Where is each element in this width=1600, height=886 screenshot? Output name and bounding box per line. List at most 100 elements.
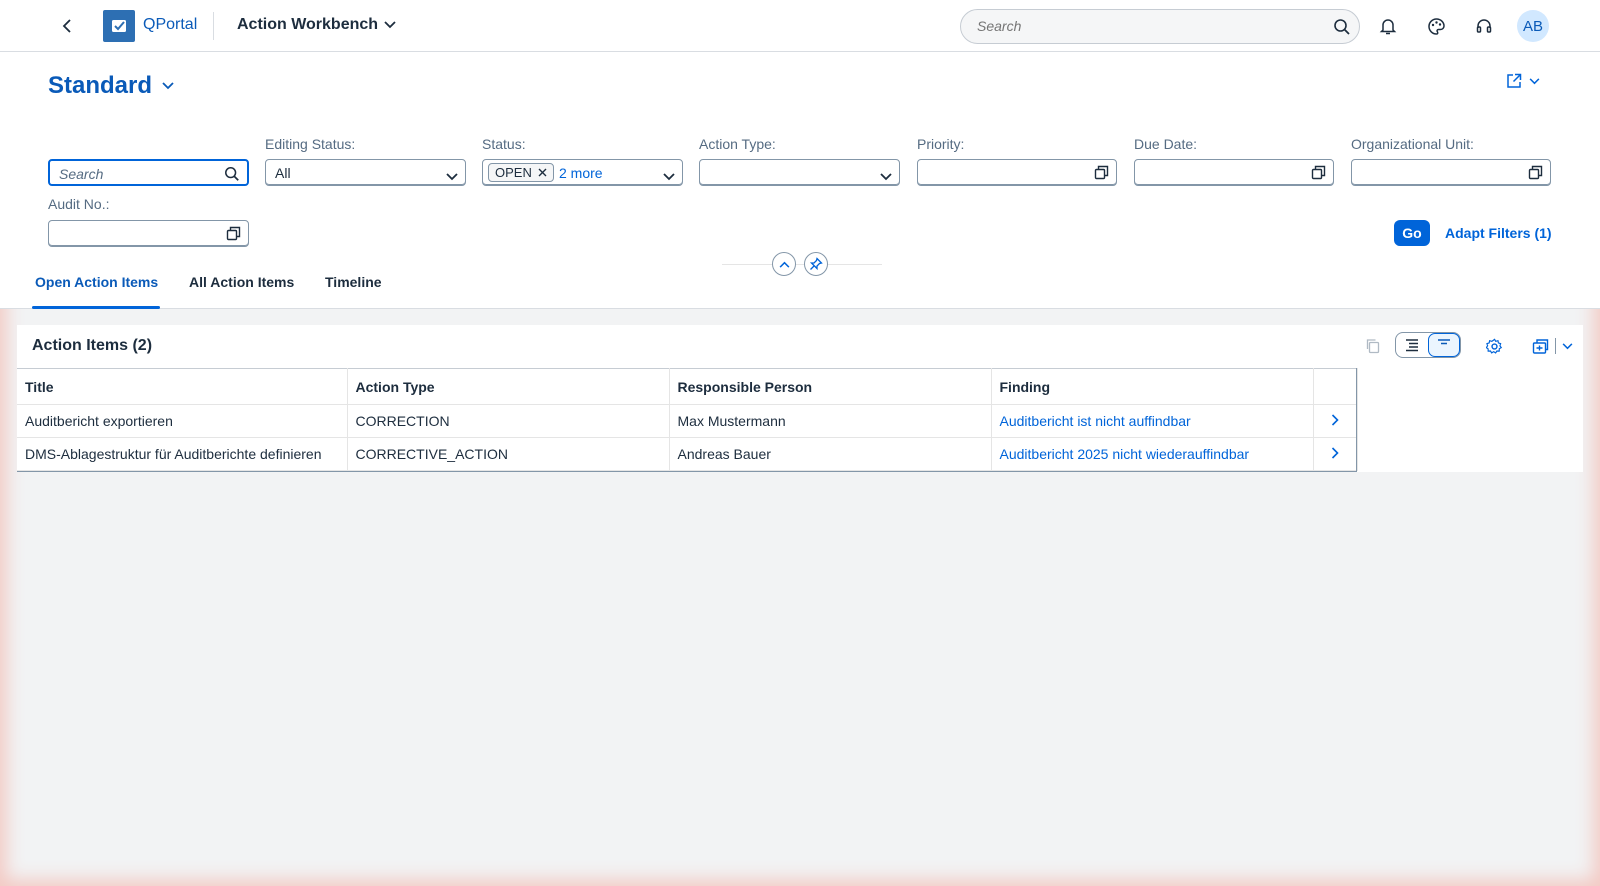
row-navigation[interactable]: [1313, 404, 1358, 438]
column-header-title[interactable]: Title: [17, 368, 348, 405]
view-toggle: [1395, 332, 1461, 358]
column-header-finding[interactable]: Finding: [991, 368, 1314, 405]
global-search[interactable]: [960, 9, 1360, 44]
chevron-down-icon: [1529, 77, 1540, 84]
cell-action-type: CORRECTION: [347, 404, 670, 438]
cell-responsible-person: Max Mustermann: [669, 404, 992, 438]
adapt-filters-button[interactable]: Adapt Filters (1): [1445, 225, 1552, 241]
go-button[interactable]: Go: [1394, 220, 1430, 246]
app-logo[interactable]: [103, 10, 135, 42]
table-title: Action Items (2): [32, 337, 153, 354]
filter-search-placeholder: Search: [59, 166, 104, 182]
close-icon[interactable]: [538, 168, 547, 177]
chevron-down-icon: [1562, 342, 1572, 349]
table-right-border: [1356, 368, 1357, 472]
cell-responsible-person: Andreas Bauer: [669, 437, 992, 471]
shell-bar: QPortal Action Workbench AB: [0, 0, 1600, 52]
expand-rows-toggle[interactable]: [1396, 333, 1428, 357]
table-row[interactable]: DMS-Ablagestruktur für Auditberichte def…: [17, 437, 1358, 471]
value-help-icon[interactable]: [1528, 165, 1543, 183]
editing-status-select[interactable]: All: [265, 159, 466, 186]
theme-button[interactable]: [1424, 14, 1448, 38]
table-bottom-border: [17, 471, 1357, 472]
column-header-navigation: [1313, 368, 1358, 405]
chevron-right-icon: [1331, 414, 1339, 426]
column-header-responsible-person[interactable]: Responsible Person: [669, 368, 992, 405]
row-navigation[interactable]: [1313, 437, 1358, 471]
table-row[interactable]: Auditbericht exportieren CORRECTION Max …: [17, 404, 1358, 438]
audit-no-label: Audit No.:: [48, 196, 110, 212]
status-label: Status:: [482, 136, 526, 152]
value-help-icon[interactable]: [1094, 165, 1109, 183]
search-icon[interactable]: [224, 166, 240, 185]
cell-title: DMS-Ablagestruktur für Auditberichte def…: [17, 437, 348, 471]
table-settings-button[interactable]: [1482, 333, 1506, 359]
table-header-row: Title Action Type Responsible Person Fin…: [17, 368, 1358, 405]
variant-name: Standard: [48, 72, 153, 99]
filter-search-field[interactable]: Search: [48, 159, 249, 186]
column-header-action-type[interactable]: Action Type: [347, 368, 670, 405]
app-title: Action Workbench: [237, 16, 379, 33]
org-unit-label: Organizational Unit:: [1351, 136, 1474, 152]
list-collapse-icon: [1437, 339, 1450, 345]
audit-no-field[interactable]: [48, 220, 249, 247]
variant-selector[interactable]: Standard: [48, 72, 174, 100]
chevron-down-icon: [384, 21, 396, 29]
org-unit-field[interactable]: [1351, 159, 1551, 186]
value-help-icon[interactable]: [226, 226, 241, 244]
status-multicombobox[interactable]: OPEN 2 more: [482, 159, 683, 186]
tab-bar: Open Action Items All Action Items Timel…: [0, 262, 1600, 309]
cell-title: Auditbericht exportieren: [17, 404, 348, 438]
editing-status-value: All: [275, 165, 291, 181]
editing-status-label: Editing Status:: [265, 136, 356, 152]
logo-icon: [112, 20, 126, 32]
status-more-link[interactable]: 2 more: [559, 165, 603, 181]
priority-label: Priority:: [917, 136, 965, 152]
notifications-button[interactable]: [1376, 14, 1400, 38]
tab-all-action-items[interactable]: All Action Items: [189, 274, 294, 290]
global-search-input[interactable]: [977, 18, 1317, 34]
condensed-rows-toggle[interactable]: [1427, 333, 1460, 357]
chevron-down-icon[interactable]: [446, 168, 458, 184]
support-button[interactable]: [1472, 14, 1496, 38]
status-token[interactable]: OPEN: [488, 163, 554, 182]
share-icon: [1507, 73, 1522, 88]
headset-icon: [1476, 19, 1492, 33]
cell-finding-link[interactable]: Auditbericht ist nicht auffindbar: [991, 404, 1314, 438]
action-items-table-panel: Action Items (2) Title Action Type Respo…: [17, 325, 1583, 472]
share-menu[interactable]: [1505, 72, 1540, 90]
active-tab-indicator: [32, 306, 160, 309]
priority-field[interactable]: [917, 159, 1117, 186]
value-help-icon[interactable]: [1311, 165, 1326, 183]
action-items-table: Title Action Type Responsible Person Fin…: [17, 368, 1358, 471]
copy-icon: [1366, 339, 1380, 354]
filter-header: Standard Search Editing Status: All Stat…: [0, 52, 1600, 309]
shell-divider: [213, 12, 214, 40]
toolbar-separator: [1554, 338, 1556, 354]
tab-timeline[interactable]: Timeline: [325, 274, 382, 290]
bell-icon: [1379, 19, 1397, 35]
gear-icon: [1485, 337, 1502, 354]
chevron-down-icon: [162, 82, 174, 90]
action-type-label: Action Type:: [699, 136, 776, 152]
chevron-down-icon[interactable]: [880, 168, 892, 184]
action-type-select[interactable]: [699, 159, 900, 186]
status-token-text: OPEN: [495, 165, 532, 180]
list-indent-icon: [1405, 339, 1418, 352]
brand-name[interactable]: QPortal: [143, 16, 197, 34]
export-menu[interactable]: [1517, 333, 1587, 359]
chevron-left-icon: [62, 19, 71, 33]
chevron-right-icon: [1331, 447, 1339, 459]
export-icon: [1532, 338, 1548, 354]
due-date-label: Due Date:: [1134, 136, 1198, 152]
cell-finding-link[interactable]: Auditbericht 2025 nicht wiederauffindbar: [991, 437, 1314, 471]
due-date-field[interactable]: [1134, 159, 1334, 186]
search-icon[interactable]: [1333, 18, 1351, 39]
tab-open-action-items[interactable]: Open Action Items: [35, 274, 158, 290]
copy-button[interactable]: [1361, 333, 1385, 359]
chevron-down-icon[interactable]: [663, 168, 675, 184]
app-title-menu[interactable]: Action Workbench: [237, 16, 396, 34]
palette-icon: [1427, 17, 1445, 35]
user-avatar[interactable]: AB: [1517, 10, 1549, 42]
back-button[interactable]: [56, 14, 78, 38]
